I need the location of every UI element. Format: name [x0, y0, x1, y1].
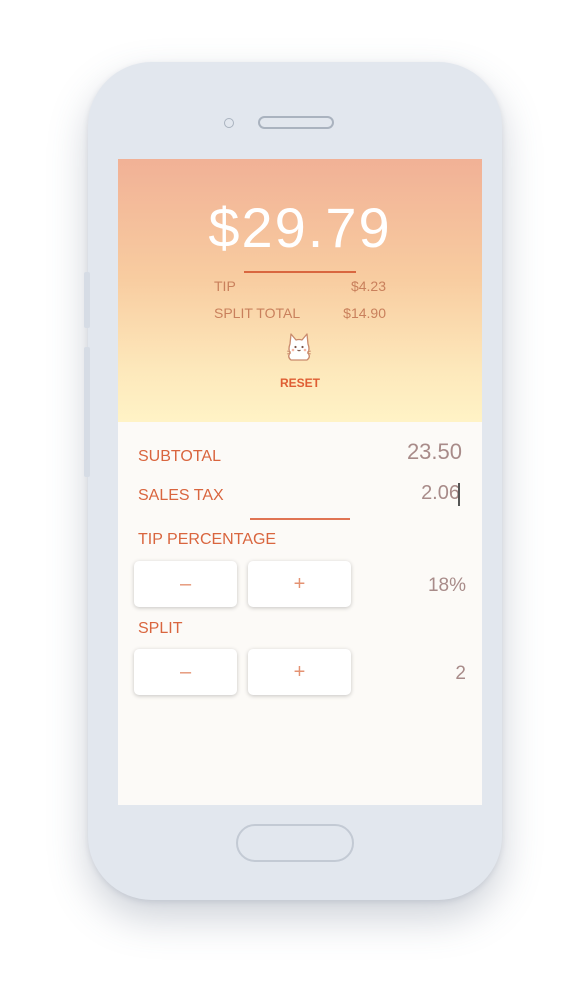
split-label: SPLIT	[138, 620, 183, 637]
form-divider	[250, 518, 350, 520]
volume-down-button	[84, 347, 90, 477]
home-button[interactable]	[236, 824, 354, 862]
app-screen: $29.79 TIP $4.23 SPLIT TOTAL $14.90 RESE…	[118, 159, 482, 805]
total-amount: $29.79	[208, 196, 392, 259]
split-decrease-button[interactable]: –	[134, 649, 237, 695]
split-total-label: SPLIT TOTAL	[214, 305, 301, 321]
front-camera	[224, 118, 234, 128]
reset-button[interactable]: RESET	[118, 376, 482, 390]
tip-percentage-value: 18%	[427, 575, 466, 596]
tip-decrease-button[interactable]: –	[134, 561, 237, 607]
tip-value: $4.23	[350, 278, 386, 294]
tip-increase-button[interactable]: +	[248, 561, 351, 607]
sales-tax-label: SALES TAX	[138, 487, 224, 504]
volume-up-button	[84, 272, 90, 328]
tip-label: TIP	[214, 278, 236, 294]
split-value: 2	[455, 663, 466, 684]
split-total-value: $14.90	[343, 305, 386, 321]
subtotal-label: SUBTOTAL	[138, 448, 221, 465]
cat-icon[interactable]	[284, 331, 314, 363]
tip-percentage-label: TIP PERCENTAGE	[138, 531, 277, 548]
subtotal-input[interactable]: 23.50	[407, 439, 462, 465]
text-cursor	[458, 483, 460, 506]
split-increase-button[interactable]: +	[248, 649, 351, 695]
phone-frame: $29.79 TIP $4.23 SPLIT TOTAL $14.90 RESE…	[84, 62, 502, 900]
sales-tax-input[interactable]: 2.06	[421, 482, 460, 505]
earpiece-speaker	[258, 116, 334, 129]
summary-divider	[244, 271, 356, 273]
summary-header: $29.79 TIP $4.23 SPLIT TOTAL $14.90 RESE…	[118, 159, 482, 422]
